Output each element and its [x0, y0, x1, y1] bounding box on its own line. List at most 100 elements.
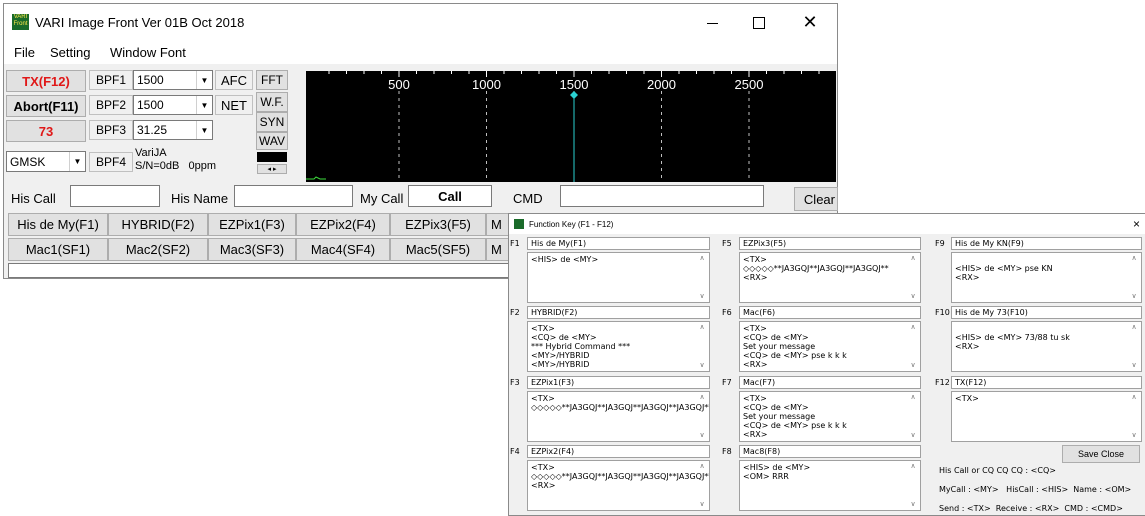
fkey-text-area-f7[interactable]: <TX> <CQ> de <MY> Set your message <CQ> … [739, 391, 921, 442]
fkey-name-input-f7[interactable]: Mac(F7) [739, 376, 921, 389]
bpf3-button[interactable]: BPF3 [89, 120, 133, 140]
scroll-down-icon[interactable]: ∨ [910, 431, 915, 440]
fkey-name-input-f1[interactable]: His de My(F1) [527, 237, 710, 250]
scroll-up-icon[interactable]: ∧ [1131, 323, 1136, 332]
bpf2-select[interactable]: 1500 ▼ [133, 95, 213, 115]
spectrum-display[interactable]: 500 1000 1500 2000 2500 [306, 71, 836, 182]
net-button[interactable]: NET [215, 95, 253, 115]
menu-setting[interactable]: Setting [50, 40, 90, 64]
scroll-thumb[interactable] [1130, 404, 1138, 429]
scroll-thumb[interactable] [1130, 334, 1138, 359]
scrollbar[interactable]: ∧ ∨ [1128, 393, 1140, 440]
scroll-thumb[interactable] [698, 404, 706, 429]
scroll-up-icon[interactable]: ∧ [910, 393, 915, 402]
bpf2-button[interactable]: BPF2 [89, 95, 133, 115]
fft-button[interactable]: FFT [256, 70, 288, 90]
fkey-text-area-f9[interactable]: <HIS> de <MY> pse KN <RX> ∧ ∨ [951, 252, 1142, 303]
scroll-down-icon[interactable]: ∨ [910, 292, 915, 301]
scrollbar[interactable]: ∧ ∨ [696, 462, 708, 509]
wav-button[interactable]: WAV [256, 132, 288, 150]
bpf1-button[interactable]: BPF1 [89, 70, 133, 90]
fkey-text-area-f3[interactable]: <TX> ◇◇◇◇◇**JA3GQJ**JA3GQJ**JA3GQJ**JA3G… [527, 391, 710, 442]
scroll-up-icon[interactable]: ∧ [699, 323, 704, 332]
scroll-up-icon[interactable]: ∧ [699, 462, 704, 471]
scroll-up-icon[interactable]: ∧ [1131, 254, 1136, 263]
scroll-arrows[interactable]: ◂ ▸ [257, 164, 287, 174]
fkey-name-input-f8[interactable]: Mac8(F8) [739, 445, 921, 458]
mac4-button[interactable]: Mac4(SF4) [296, 238, 390, 261]
fkey-name-input-f5[interactable]: EZPix3(F5) [739, 237, 921, 250]
clear-button[interactable]: Clear [794, 187, 838, 211]
scroll-thumb[interactable] [909, 265, 917, 290]
scroll-thumb[interactable] [698, 265, 706, 290]
scroll-thumb[interactable] [698, 334, 706, 359]
scroll-thumb[interactable] [1130, 265, 1138, 290]
frequency-marker-diamond[interactable] [570, 91, 578, 99]
scroll-up-icon[interactable]: ∧ [910, 323, 915, 332]
fkey-name-input-f4[interactable]: EZPix2(F4) [527, 445, 710, 458]
scroll-down-icon[interactable]: ∨ [1131, 431, 1136, 440]
menu-window-font[interactable]: Window Font [110, 40, 186, 64]
scrollbar[interactable]: ∧ ∨ [696, 254, 708, 301]
f3-button[interactable]: EZPix1(F3) [208, 213, 296, 236]
bpf4-button[interactable]: BPF4 [89, 152, 133, 172]
f1-button[interactable]: His de My(F1) [8, 213, 108, 236]
save-close-button[interactable]: Save Close [1062, 445, 1140, 463]
fkey-name-input-f2[interactable]: HYBRID(F2) [527, 306, 710, 319]
scroll-up-icon[interactable]: ∧ [1131, 393, 1136, 402]
scroll-down-icon[interactable]: ∨ [1131, 361, 1136, 370]
fkey-text-area-f6[interactable]: <TX> <CQ> de <MY> Set your message <CQ> … [739, 321, 921, 372]
f5-button[interactable]: EZPix3(F5) [390, 213, 486, 236]
cmd-input[interactable] [560, 185, 764, 207]
syn-button[interactable]: SYN [256, 112, 288, 132]
f2-button[interactable]: HYBRID(F2) [108, 213, 208, 236]
scroll-thumb[interactable] [909, 473, 917, 498]
scroll-down-icon[interactable]: ∨ [699, 500, 704, 509]
scrollbar[interactable]: ∧ ∨ [907, 323, 919, 370]
scrollbar[interactable]: ∧ ∨ [1128, 254, 1140, 301]
scroll-down-icon[interactable]: ∨ [910, 500, 915, 509]
fkey-text-area-f5[interactable]: <TX> ◇◇◇◇◇**JA3GQJ**JA3GQJ**JA3GQJ** <RX… [739, 252, 921, 303]
scrollbar[interactable]: ∧ ∨ [696, 393, 708, 440]
scrollbar[interactable]: ∧ ∨ [907, 254, 919, 301]
scrollbar[interactable]: ∧ ∨ [907, 462, 919, 509]
maximize-icon[interactable] [752, 16, 766, 30]
fkey-name-input-f9[interactable]: His de My KN(F9) [951, 237, 1142, 250]
fkey-text-area-f2[interactable]: <TX> <CQ> de <MY> *** Hybrid Command ***… [527, 321, 710, 372]
afc-button[interactable]: AFC [215, 70, 253, 90]
scroll-down-icon[interactable]: ∨ [699, 361, 704, 370]
scrollbar[interactable]: ∧ ∨ [696, 323, 708, 370]
scroll-up-icon[interactable]: ∧ [910, 254, 915, 263]
his-call-input[interactable] [70, 185, 160, 207]
scroll-down-icon[interactable]: ∨ [699, 292, 704, 301]
menu-file[interactable]: File [14, 40, 35, 64]
fkey-text-area-f8[interactable]: <HIS> de <MY> <OM> RRR ∧ ∨ [739, 460, 921, 511]
mode-select[interactable]: GMSK ▼ [6, 151, 86, 172]
scrollbar[interactable]: ∧ ∨ [1128, 323, 1140, 370]
fkey-name-input-f10[interactable]: His de My 73(F10) [951, 306, 1142, 319]
fkey-text-area-f4[interactable]: <TX> ◇◇◇◇◇**JA3GQJ**JA3GQJ**JA3GQJ**JA3G… [527, 460, 710, 511]
scroll-up-icon[interactable]: ∧ [910, 462, 915, 471]
fkey-name-input-f3[interactable]: EZPix1(F3) [527, 376, 710, 389]
seventythree-button[interactable]: 73 [6, 120, 86, 142]
f4-button[interactable]: EZPix2(F4) [296, 213, 390, 236]
his-name-input[interactable] [234, 185, 353, 207]
bpf1-select[interactable]: 1500 ▼ [133, 70, 213, 90]
scroll-thumb[interactable] [909, 404, 917, 429]
bpf3-select[interactable]: 31.25 ▼ [133, 120, 213, 140]
scroll-thumb[interactable] [909, 334, 917, 359]
mac3-button[interactable]: Mac3(SF3) [208, 238, 296, 261]
mac1-button[interactable]: Mac1(SF1) [8, 238, 108, 261]
my-call-input[interactable]: Call [408, 185, 492, 207]
fkey-name-input-f6[interactable]: Mac(F6) [739, 306, 921, 319]
fkey-text-area-f10[interactable]: <HIS> de <MY> 73/88 tu sk <RX> ∧ ∨ [951, 321, 1142, 372]
abort-button[interactable]: Abort(F11) [6, 95, 86, 117]
dialog-close-icon[interactable]: × [1133, 214, 1140, 234]
tx-button[interactable]: TX(F12) [6, 70, 86, 92]
mac2-button[interactable]: Mac2(SF2) [108, 238, 208, 261]
scroll-down-icon[interactable]: ∨ [699, 431, 704, 440]
fkey-text-area-f12[interactable]: <TX> ∧ ∨ [951, 391, 1142, 442]
mac5-button[interactable]: Mac5(SF5) [390, 238, 486, 261]
scroll-down-icon[interactable]: ∨ [910, 361, 915, 370]
fkey-text-area-f1[interactable]: <HIS> de <MY> ∧ ∨ [527, 252, 710, 303]
